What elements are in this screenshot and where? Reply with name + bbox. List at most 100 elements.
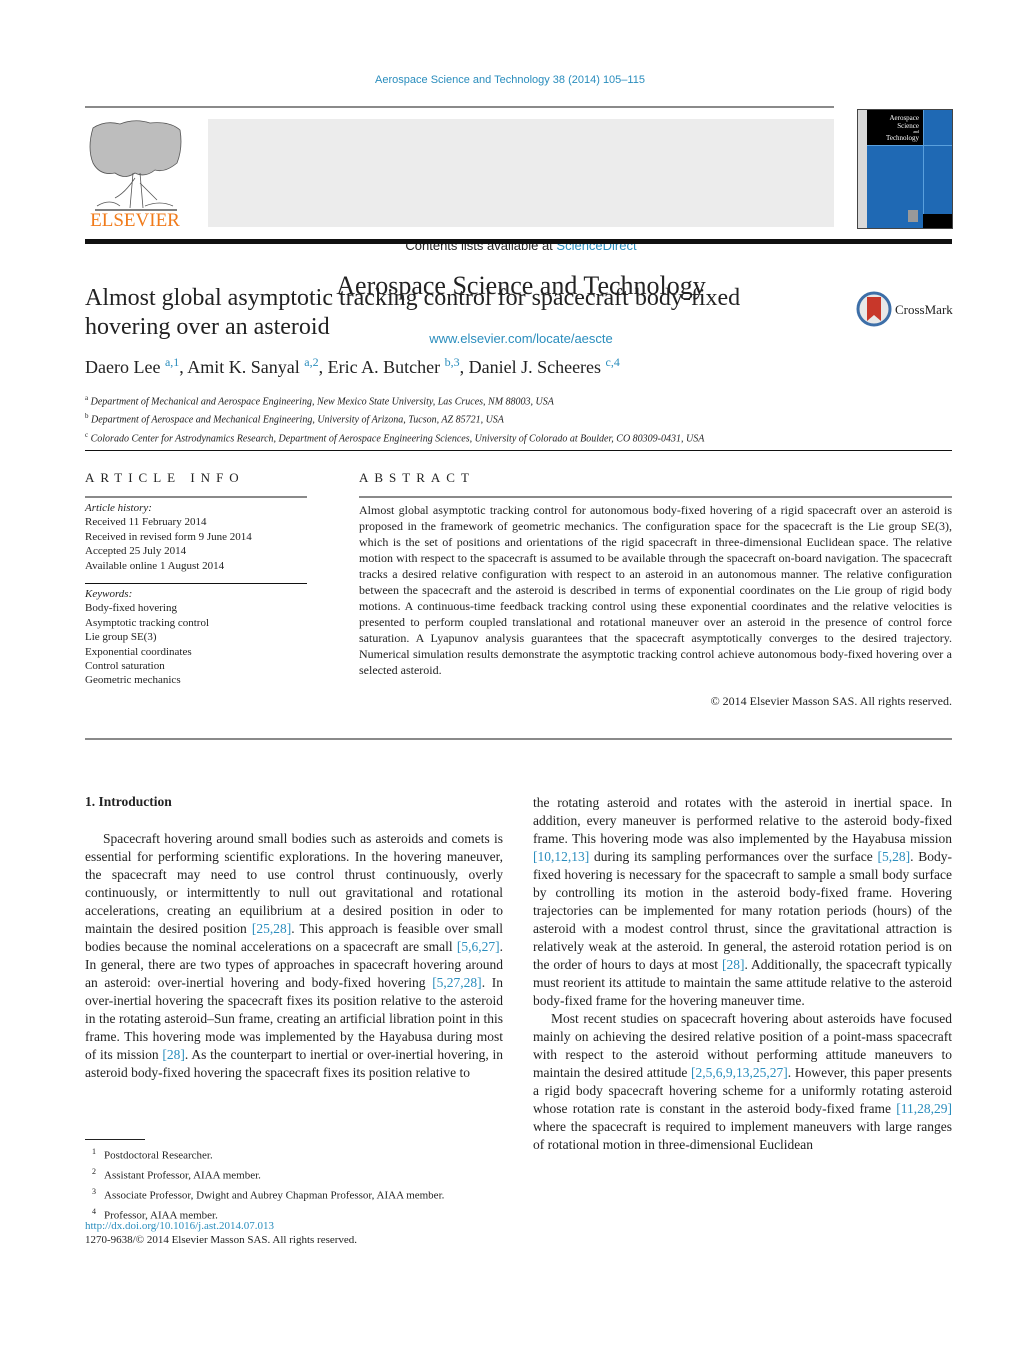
history-item: Received 11 February 2014 <box>85 516 207 529</box>
body-paragraph: Most recent studies on spacecraft hoveri… <box>533 1010 952 1154</box>
author-list: Daero Lee a,1, Amit K. Sanyal a,2, Eric … <box>85 355 620 378</box>
history-item: Available online 1 August 2014 <box>85 559 225 572</box>
cover-title-line: Technology <box>886 134 919 142</box>
article-info-rule <box>85 496 307 498</box>
body-column-right: the rotating asteroid and rotates with t… <box>533 794 952 1154</box>
abstract-body: Almost global asymptotic tracking contro… <box>359 503 952 677</box>
footnote-mark: 1 <box>92 1147 96 1156</box>
keyword-item: Asymptotic tracking control <box>85 616 210 629</box>
body-paragraph: the rotating asteroid and rotates with t… <box>533 794 952 1010</box>
author-separator: , <box>318 357 328 377</box>
citation-link[interactable]: [5,6,27] <box>457 939 500 954</box>
keywords-label: Keywords: <box>85 588 133 600</box>
article-history-label: Article history: <box>85 502 152 514</box>
author-affiliation-marks[interactable]: b,3 <box>445 355 460 369</box>
doi-link[interactable]: http://dx.doi.org/10.1016/j.ast.2014.07.… <box>85 1220 274 1232</box>
crossmark-label: CrossMark <box>895 302 953 317</box>
footnote-mark: 4 <box>92 1206 96 1216</box>
affiliation-text: Department of Aerospace and Mechanical E… <box>91 414 504 426</box>
affiliation-item: c Colorado Center for Astrodynamics Rese… <box>85 428 704 446</box>
history-item: Received in revised form 9 June 2014 <box>85 530 252 543</box>
body-column-left: Spacecraft hovering around small bodies … <box>85 830 503 1082</box>
affiliation-mark: c <box>85 430 89 439</box>
section-heading-introduction: 1. Introduction <box>85 794 172 809</box>
author-separator: , <box>459 357 469 377</box>
history-item: Accepted 25 July 2014 <box>85 545 187 558</box>
author-name[interactable]: Daero Lee <box>85 357 160 377</box>
journal-citation-link[interactable]: Aerospace Science and Technology 38 (201… <box>0 74 1020 86</box>
header-thick-rule <box>85 239 952 244</box>
footnote-text: Assistant Professor, AIAA member. <box>104 1169 261 1182</box>
cover-title-block: Aerospace Science and Technology <box>867 110 923 145</box>
keyword-item: Exponential coordinates <box>85 645 192 658</box>
keyword-item: Lie group SE(3) <box>85 631 157 644</box>
footnote-mark: 3 <box>92 1186 96 1196</box>
footnote-text: Associate Professor, Dwight and Aubrey C… <box>104 1189 445 1202</box>
keyword-item: Control saturation <box>85 660 165 673</box>
citation-link[interactable]: [11,28,29] <box>896 1101 952 1116</box>
footnote-item: 1 Postdoctoral Researcher. <box>92 1144 444 1164</box>
cover-title-line: Aerospace <box>889 114 919 122</box>
citation-link[interactable]: [2,5,6,9,13,25,27] <box>691 1065 788 1080</box>
cover-divider <box>867 145 952 146</box>
author-affiliation-marks[interactable]: a,2 <box>304 355 318 369</box>
affiliation-mark: b <box>85 412 89 421</box>
cover-divider <box>923 110 924 214</box>
citation-link[interactable]: [5,28] <box>878 849 911 864</box>
affiliation-mark: a <box>85 394 89 402</box>
footnotes: 1 Postdoctoral Researcher. 2 Assistant Pro… <box>92 1144 444 1223</box>
body-text: . Body-fixed hovering is necessary for t… <box>533 849 952 972</box>
keywords-list: Keywords: Body-fixed hovering Asymptotic… <box>85 587 209 688</box>
cover-title-line: Science <box>897 122 919 130</box>
body-text: where the spacecraft is required to impl… <box>533 1119 952 1152</box>
author-name[interactable]: Amit K. Sanyal <box>187 357 300 377</box>
header-rule <box>85 106 834 108</box>
affiliation-text: Colorado Center for Astrodynamics Resear… <box>90 432 705 444</box>
body-text: during its sampling performances over th… <box>589 849 878 864</box>
issn-copyright: 1270-9638/© 2014 Elsevier Masson SAS. Al… <box>85 1234 358 1246</box>
section-divider <box>85 450 952 451</box>
front-matter-end-rule <box>85 738 952 740</box>
cover-footer-block <box>923 214 952 228</box>
svg-text:ELSEVIER: ELSEVIER <box>90 210 180 228</box>
article-title: Almost global asymptotic tracking contro… <box>85 285 741 340</box>
doi-block: http://dx.doi.org/10.1016/j.ast.2014.07.… <box>85 1219 357 1247</box>
citation-link[interactable]: [28] <box>162 1047 185 1062</box>
abstract-rule <box>359 496 952 498</box>
footnote-rule <box>85 1139 145 1140</box>
citation-link[interactable]: [10,12,13] <box>533 849 589 864</box>
abstract-copyright: © 2014 Elsevier Masson SAS. All rights r… <box>710 694 952 708</box>
author-name[interactable]: Eric A. Butcher <box>328 357 440 377</box>
author-affiliation-marks[interactable]: c,4 <box>606 355 620 369</box>
body-text: the rotating asteroid and rotates with t… <box>533 795 952 846</box>
keywords-rule <box>85 583 307 584</box>
elsevier-tree-icon: ELSEVIER <box>89 120 182 231</box>
cover-publisher-icon <box>908 210 918 222</box>
affiliation-item: b Department of Aerospace and Mechanical… <box>85 409 704 427</box>
footnote-item: 3 Associate Professor, Dwight and Aubrey … <box>92 1184 444 1204</box>
citation-link[interactable]: [28] <box>722 957 745 972</box>
keyword-item: Geometric mechanics <box>85 674 181 687</box>
abstract-heading: ABSTRACT <box>359 470 475 485</box>
crossmark-icon <box>856 291 892 327</box>
footnote-text: Postdoctoral Researcher. <box>104 1149 213 1162</box>
footnote-item: 2 Assistant Professor, AIAA member. <box>92 1164 444 1184</box>
body-paragraph: Spacecraft hovering around small bodies … <box>85 830 503 1082</box>
journal-cover-thumbnail[interactable]: Aerospace Science and Technology <box>857 109 953 229</box>
journal-citation-text[interactable]: Aerospace Science and Technology 38 (201… <box>375 74 645 86</box>
cover-spine <box>858 110 867 228</box>
article-info-heading: ARTICLE INFO <box>85 470 245 485</box>
author-affiliation-marks[interactable]: a,1 <box>165 355 179 369</box>
affiliation-text: Department of Mechanical and Aerospace E… <box>90 396 554 408</box>
author-name[interactable]: Daniel J. Scheeres <box>469 357 601 377</box>
citation-link[interactable]: [25,28] <box>252 921 291 936</box>
article-history: Article history: Received 11 February 20… <box>85 501 252 573</box>
affiliation-item: a Department of Mechanical and Aerospace… <box>85 391 704 409</box>
elsevier-logo[interactable]: ELSEVIER <box>85 118 185 231</box>
citation-link[interactable]: [5,27,28] <box>432 975 482 990</box>
footnote-mark: 2 <box>92 1166 96 1176</box>
keyword-item: Body-fixed hovering <box>85 602 177 615</box>
crossmark-button[interactable]: CrossMark <box>856 291 956 331</box>
affiliation-list: a Department of Mechanical and Aerospace… <box>85 391 704 446</box>
journal-header-banner: Contents lists available at ScienceDirec… <box>208 119 834 346</box>
